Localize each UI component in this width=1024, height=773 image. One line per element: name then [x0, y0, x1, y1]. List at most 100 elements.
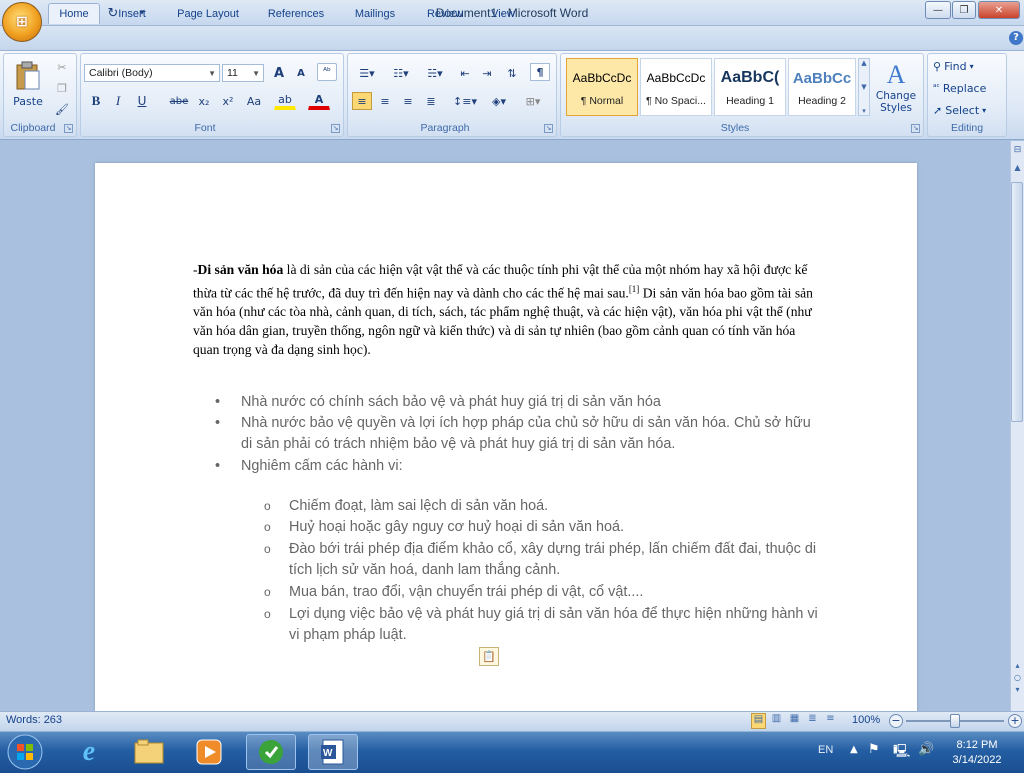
close-button[interactable]: ✕ — [978, 1, 1020, 19]
tab-review[interactable]: Review — [418, 3, 472, 24]
sort-icon[interactable]: ⇅ — [502, 64, 522, 82]
action-center-icon[interactable]: ⚑ — [868, 742, 880, 757]
full-screen-reading-icon[interactable]: ▥ — [769, 713, 784, 729]
numbering-icon[interactable]: ☷▾ — [386, 64, 416, 82]
zoom-level[interactable]: 100% — [852, 714, 880, 726]
align-right-icon[interactable]: ≡ — [398, 92, 418, 110]
app-green-icon[interactable] — [246, 734, 296, 770]
sub-list-item[interactable]: Mua bán, trao đổi, vận chuyển trái phép … — [289, 582, 829, 603]
select-button[interactable]: ➚ Select ▾ — [932, 101, 1002, 119]
tab-mailings[interactable]: Mailings — [344, 3, 406, 24]
zoom-out-button[interactable]: − — [889, 714, 903, 728]
italic-button[interactable]: I — [108, 92, 128, 110]
find-button[interactable]: ⚲ Find ▾ — [932, 57, 1002, 75]
tab-home[interactable]: Home — [48, 3, 100, 24]
highlight-button[interactable]: ab — [274, 92, 296, 110]
change-case-button[interactable]: Aa — [242, 92, 266, 110]
editing-group-label: Editing — [950, 122, 984, 134]
style-heading-2[interactable]: AaBbCc Heading 2 — [788, 58, 856, 116]
start-button[interactable] — [0, 734, 50, 770]
shading-icon[interactable]: ◈▾ — [484, 92, 514, 110]
font-name-combo[interactable]: Calibri (Body) ▼ — [84, 64, 220, 82]
show-hidden-icons[interactable]: ▲ — [850, 744, 858, 755]
draft-icon[interactable]: ≡ — [823, 713, 838, 729]
word-taskbar-icon[interactable]: W — [308, 734, 358, 770]
style-normal[interactable]: AaBbCcDc ¶ Normal — [566, 58, 638, 116]
shrink-font-icon[interactable]: A — [291, 64, 311, 82]
list-item[interactable]: Nhà nước có chính sách bảo vệ và phát hu… — [241, 392, 821, 413]
office-button[interactable]: ⊞ — [2, 2, 42, 42]
styles-scroll[interactable]: ▲ ▼ ▾ — [858, 58, 870, 116]
line-spacing-icon[interactable]: ↕≡▾ — [450, 92, 480, 110]
style-heading-1[interactable]: AaBbC( Heading 1 — [714, 58, 786, 116]
sub-list-item[interactable]: Đào bới trái phép địa điểm khảo cổ, xây … — [289, 539, 829, 581]
align-left-icon[interactable]: ≡ — [352, 92, 372, 110]
sub-list-item[interactable]: Huỷ hoại hoặc gây nguy cơ huỷ hoại di sả… — [289, 517, 829, 538]
font-launcher-icon[interactable]: ↘ — [331, 124, 340, 133]
subscript-button[interactable]: x₂ — [194, 92, 214, 110]
tab-references[interactable]: References — [258, 3, 334, 24]
media-player-icon[interactable] — [184, 734, 234, 770]
network-icon[interactable]: 🖳 — [893, 742, 910, 764]
web-layout-icon[interactable]: ▦ — [787, 713, 802, 729]
tab-page-layout[interactable]: Page Layout — [168, 3, 248, 24]
sub-list-item[interactable]: Chiếm đoạt, làm sai lệch di sản văn hoá. — [289, 496, 829, 517]
tab-view[interactable]: View — [482, 3, 524, 24]
clear-formatting-icon[interactable]: ᴬᵇ — [317, 63, 337, 81]
superscript-button[interactable]: x² — [218, 92, 238, 110]
volume-icon[interactable]: 🔊 — [918, 742, 934, 757]
align-center-icon[interactable]: ≡ — [375, 92, 395, 110]
clipboard-launcher-icon[interactable]: ↘ — [64, 124, 73, 133]
paste-button[interactable]: Paste — [8, 56, 48, 112]
ruler-toggle-icon[interactable]: ⊟ — [1012, 145, 1023, 159]
paragraph-launcher-icon[interactable]: ↘ — [544, 124, 553, 133]
bold-button[interactable]: B — [86, 92, 106, 110]
font-size-combo[interactable]: 11 ▼ — [222, 64, 264, 82]
internet-explorer-icon[interactable]: e — [64, 734, 114, 770]
paste-options-icon[interactable]: 📋 — [479, 647, 499, 666]
grow-font-icon[interactable]: A — [269, 64, 289, 82]
copy-icon[interactable]: ❐ — [52, 79, 72, 97]
decrease-indent-icon[interactable]: ⇤ — [455, 64, 475, 82]
show-marks-icon[interactable]: ¶ — [530, 63, 550, 81]
cut-icon[interactable]: ✂ — [52, 58, 72, 76]
multilevel-list-icon[interactable]: ☵▾ — [420, 64, 450, 82]
print-layout-icon[interactable]: ▤ — [751, 713, 766, 729]
page-browse-icons[interactable]: ▴ ○ ▾ — [1012, 660, 1023, 708]
language-indicator[interactable]: EN — [818, 744, 833, 756]
underline-button[interactable]: U — [132, 92, 152, 110]
view-buttons[interactable]: ▤ ▥ ▦ ≣ ≡ — [751, 713, 846, 729]
word-count[interactable]: Words: 263 — [6, 714, 62, 726]
style-sample: AaBbC( — [720, 69, 780, 86]
justify-icon[interactable]: ≣ — [421, 92, 441, 110]
tab-insert[interactable]: Insert — [108, 3, 156, 24]
scroll-up-icon[interactable]: ▲ — [1012, 163, 1023, 175]
replace-button[interactable]: ᵃᶜ Replace — [932, 79, 1002, 97]
minimize-button[interactable]: — — [925, 1, 951, 19]
style-name: Heading 1 — [726, 95, 774, 107]
clock[interactable]: 8:12 PM 3/14/2022 — [944, 738, 1010, 768]
sub-list-item[interactable]: Lợi dụng việc bảo vệ và phát huy giá trị… — [289, 604, 829, 646]
change-styles-button[interactable]: A Change Styles — [873, 56, 919, 118]
zoom-slider-thumb[interactable] — [950, 714, 960, 728]
restore-button[interactable]: ❐ — [952, 1, 976, 19]
chevron-up-icon: ▲ — [861, 59, 867, 67]
font-color-button[interactable]: A — [308, 92, 330, 110]
zoom-in-button[interactable]: + — [1008, 714, 1022, 728]
help-icon[interactable]: ? — [1009, 31, 1023, 45]
strikethrough-button[interactable]: abe — [166, 92, 192, 110]
body-paragraph[interactable]: -Di sản văn hóa là di sản của các hiện v… — [193, 261, 823, 360]
bullets-icon[interactable]: ☰▾ — [352, 64, 382, 82]
borders-icon[interactable]: ⊞▾ — [518, 92, 548, 110]
list-item[interactable]: Nhà nước bảo vệ quyền và lợi ích hợp phá… — [241, 413, 821, 455]
footnote-ref[interactable]: [1] — [629, 284, 640, 294]
styles-launcher-icon[interactable]: ↘ — [911, 124, 920, 133]
outline-icon[interactable]: ≣ — [805, 713, 820, 729]
increase-indent-icon[interactable]: ⇥ — [477, 64, 497, 82]
list-item[interactable]: Nghiêm cấm các hành vi: — [241, 456, 821, 477]
file-explorer-icon[interactable] — [124, 734, 174, 770]
scroll-thumb[interactable] — [1011, 182, 1023, 422]
style-no-spacing[interactable]: AaBbCcDc ¶ No Spaci... — [640, 58, 712, 116]
format-painter-icon[interactable]: 🖌 — [52, 100, 72, 118]
style-name: ¶ Normal — [580, 95, 624, 107]
